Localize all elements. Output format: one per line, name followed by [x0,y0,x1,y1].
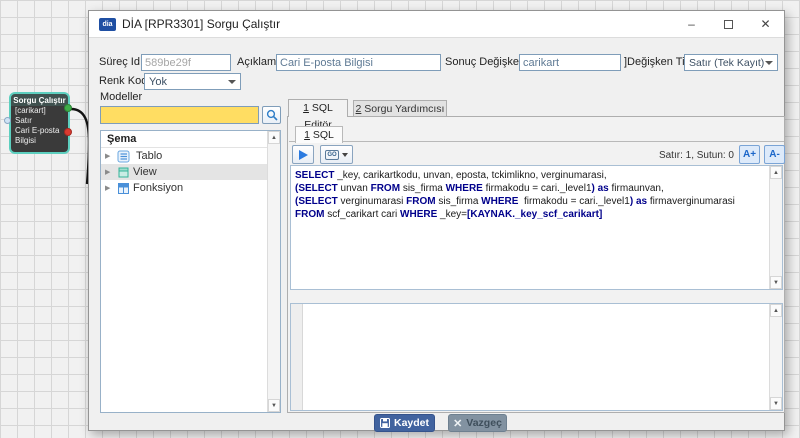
tree-label-fonksiyon: Fonksiyon [133,182,183,194]
sql-editor-scrollbar[interactable]: ▲ ▼ [769,166,782,289]
go-limit-button[interactable]: GO [320,145,353,164]
expand-arrow-icon[interactable]: ▶ [105,184,114,192]
maximize-button[interactable] [710,11,747,37]
expand-arrow-icon[interactable]: ▶ [105,168,114,176]
node-line: Satır [11,116,68,126]
run-query-button[interactable] [292,145,314,164]
workflow-node-sorgu-calistir[interactable]: Sorgu Çalıştır [carikart] Satır Cari E-p… [9,92,70,154]
chevron-down-icon [342,153,348,157]
schema-header: Şema [101,131,280,148]
maximize-icon [724,20,733,29]
scroll-up-icon[interactable]: ▲ [770,166,782,179]
cursor-position-status: Satır: 1, Sutun: 0 [659,150,734,161]
font-decrease-button[interactable]: A- [764,145,785,164]
window-title: DİA [RPR3301] Sorgu Çalıştır [122,17,280,31]
chevron-down-icon [765,61,773,65]
degisken-tipi-label: ]Değişken Tipi [624,56,693,68]
node-line: Bilgisi [11,136,68,146]
font-increase-button[interactable]: A+ [739,145,760,164]
result-output-area[interactable]: ▲ ▼ [290,303,783,411]
model-search-input[interactable] [100,106,259,124]
scroll-up-icon[interactable]: ▲ [268,131,280,144]
floppy-disk-icon [380,418,390,428]
degisken-tipi-select[interactable]: Satır (Tek Kayıt) [684,54,778,71]
surec-id-field[interactable] [141,54,231,71]
app-logo-icon: dia [99,18,116,31]
play-icon [299,150,308,160]
function-icon [117,182,130,195]
inner-tab-strip [289,125,784,142]
node-line: [carikart] [11,106,68,116]
sql-editor[interactable]: SELECT _key, carikartkodu, unvan, eposta… [290,165,783,290]
search-button[interactable] [262,106,281,124]
go-icon: GO [325,150,338,160]
tree-row-tablo[interactable]: ▶ Tablo Tablo [101,148,267,164]
workflow-canvas: Sorgu Çalıştır [carikart] Satır Cari E-p… [0,0,800,438]
save-label: Kaydet [394,417,429,429]
node-input-port[interactable] [4,117,11,124]
degisken-tipi-value: Satır (Tek Kayıt) [689,57,764,69]
node-title: Sorgu Çalıştır [11,94,68,106]
x-icon: ✕ [453,417,462,430]
expand-arrow-icon[interactable]: ▶ [105,152,114,160]
tree-scrollbar[interactable]: ▲ ▼ [267,131,280,412]
renk-kodu-value: Yok [149,76,167,88]
title-bar[interactable]: dia DİA [RPR3301] Sorgu Çalıştır – ✕ [89,11,784,38]
renk-kodu-select[interactable]: Yok [144,73,241,90]
table-icon [117,150,130,163]
result-scrollbar[interactable]: ▲ ▼ [769,304,782,410]
tree-label-tablo: Tablo [136,150,162,162]
scroll-down-icon[interactable]: ▼ [770,397,782,410]
node-error-port[interactable] [64,128,72,136]
chevron-down-icon [228,80,236,84]
save-button[interactable]: Kaydet [374,414,435,432]
cancel-label: Vazgeç [466,417,502,429]
search-icon [266,109,278,121]
cancel-button[interactable]: ✕ Vazgeç [448,414,507,432]
close-button[interactable]: ✕ [747,11,784,37]
node-success-port[interactable] [64,104,72,112]
sonuc-degiskeni-field[interactable] [519,54,621,71]
view-icon [117,166,130,179]
surec-id-label: Süreç Id [99,56,138,68]
renk-kodu-label: Renk Kodu [99,75,141,87]
query-run-dialog: dia DİA [RPR3301] Sorgu Çalıştır – ✕ Sür… [88,10,785,431]
tab-sql[interactable]: 1 SQL [295,126,343,143]
minimize-button[interactable]: – [673,11,710,37]
scroll-up-icon[interactable]: ▲ [770,304,782,317]
result-gutter [291,304,303,410]
aciklama-field[interactable] [276,54,441,71]
modeller-label: Modeller [100,91,142,103]
tab-sql-editor[interactable]: 1 SQL Editör [288,99,348,117]
sql-code[interactable]: SELECT _key, carikartkodu, unvan, eposta… [291,166,769,289]
scroll-down-icon[interactable]: ▼ [770,276,782,289]
tree-row-view[interactable]: ▶ View [101,164,267,180]
schema-tree-panel: Şema ▶ Tablo Tablo ▶ View [100,130,281,413]
node-line: Cari E-posta [11,126,68,136]
tab-sorgu-yardimcisi[interactable]: 2 Sorgu Yardımcısı [353,100,447,117]
tree-label-view: View [133,166,157,178]
scroll-down-icon[interactable]: ▼ [268,399,280,412]
tree-row-fonksiyon[interactable]: ▶ Fonksiyon [101,180,267,196]
